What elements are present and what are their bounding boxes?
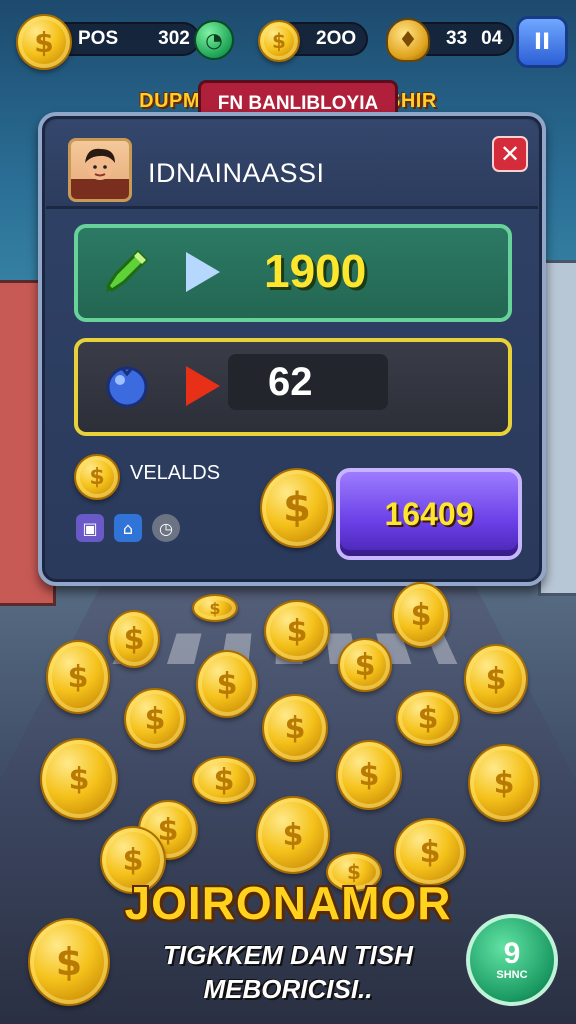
coin-icon: $	[336, 740, 402, 810]
coin-icon: $	[338, 638, 392, 692]
small-icon-group: ▣ ⌂ ◷	[76, 514, 180, 542]
player-name: IDNAINAASSI	[148, 158, 325, 188]
coin-icon: $	[392, 582, 450, 648]
coin-icon: $	[468, 744, 540, 822]
coin-icon: $	[192, 756, 256, 804]
total-value-button[interactable]: 16409	[336, 468, 522, 560]
coin-icon: $	[256, 796, 330, 874]
coin-icon: $	[396, 690, 460, 746]
close-icon: ✕	[499, 140, 521, 168]
play-arrow-icon	[186, 252, 220, 292]
coin-icon: $	[124, 688, 186, 750]
score-value-a: 33	[446, 28, 468, 49]
coin-icon: $	[192, 594, 238, 622]
green-stat-row[interactable]: 1900	[74, 224, 512, 322]
yellow-stat-value: 62	[228, 354, 388, 410]
coin-icon: $	[264, 600, 330, 662]
trophy-icon: ♦	[386, 18, 430, 62]
coin-icon: $	[262, 694, 328, 762]
gauge-icon[interactable]: ◷	[152, 514, 180, 542]
controller-icon[interactable]: ▣	[76, 514, 104, 542]
add-currency-button[interactable]: ◔	[194, 20, 234, 60]
timer-button[interactable]: 9 SHNC	[466, 914, 558, 1006]
timer-label: SHNC	[496, 969, 528, 981]
coin-icon: $	[196, 650, 258, 718]
stats-panel: IDNAINAASSI ✕ 1900 62 $ VELALDS ▣ ⌂ ◷ $ …	[38, 112, 546, 586]
coin-icon: $	[40, 738, 118, 820]
play-arrow-icon	[186, 366, 220, 406]
avatar-portrait-icon	[71, 148, 129, 199]
panel-header: IDNAINAASSI ✕	[46, 120, 538, 209]
pause-icon: II	[533, 29, 551, 55]
close-button[interactable]: ✕	[492, 136, 528, 172]
timer-number: 9	[503, 937, 521, 970]
home-icon[interactable]: ⌂	[114, 514, 142, 542]
coin-icon: $	[16, 14, 72, 70]
coins-label: POS	[78, 28, 119, 49]
top-hud: POS 302 $ ◔ 2OO $ 33 04 ♦ II	[0, 0, 576, 80]
gold-value: 2OO	[316, 28, 357, 49]
pencil-gem-icon	[106, 249, 149, 292]
coin-icon: $	[46, 640, 110, 714]
blue-berry-icon	[106, 366, 148, 408]
coin-icon: $	[258, 20, 300, 62]
green-stat-value: 1900	[264, 245, 367, 297]
score-value-b: 04	[481, 28, 503, 49]
game-screen: POS 302 $ ◔ 2OO $ 33 04 ♦ II DUPMNAIN IN…	[0, 0, 576, 1024]
pause-button[interactable]: II	[516, 16, 568, 68]
coins-value: 302	[158, 28, 190, 49]
coin-icon: $	[464, 644, 528, 714]
coin-icon: $	[74, 454, 120, 500]
rewards-label: VELALDS	[130, 462, 221, 484]
coin-icon: $	[260, 468, 334, 548]
coin-icon: $	[108, 610, 160, 668]
player-avatar	[68, 138, 132, 202]
yellow-stat-row[interactable]: 62	[74, 338, 512, 436]
